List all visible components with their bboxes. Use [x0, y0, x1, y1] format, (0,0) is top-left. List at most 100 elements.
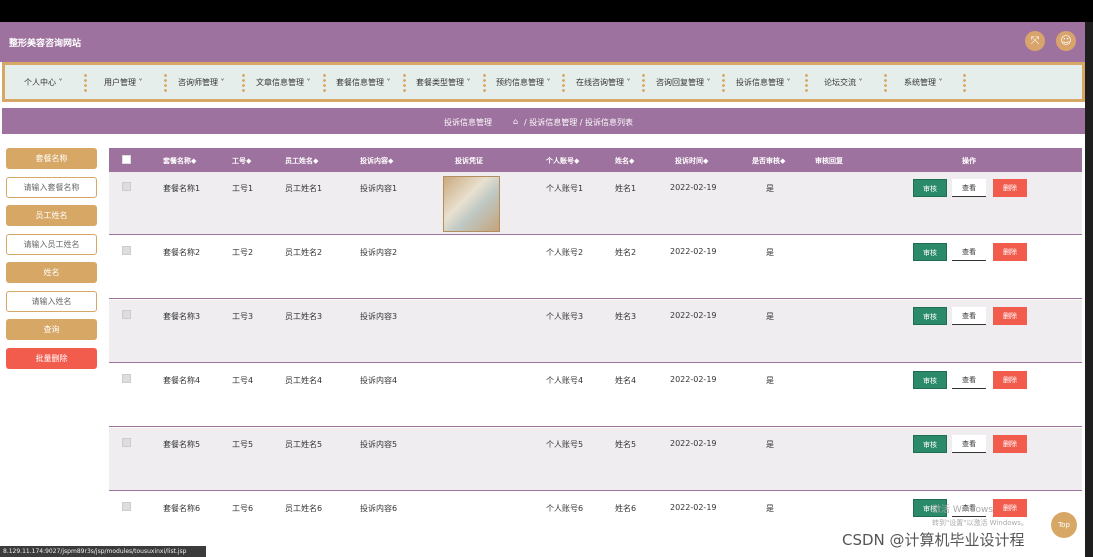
col-employee-name[interactable]: 员工姓名◆	[285, 156, 318, 166]
audit-button[interactable]: 审核	[913, 371, 947, 389]
audit-button[interactable]: 审核	[913, 243, 947, 261]
view-button[interactable]: 查看	[952, 307, 986, 325]
cell-audited: 是	[766, 440, 774, 449]
nav-separator	[642, 73, 645, 93]
delete-button[interactable]: 删除	[993, 307, 1027, 325]
filter-label-employee-name: 员工姓名	[6, 205, 97, 226]
evidence-thumbnail[interactable]	[443, 176, 500, 232]
nav-item-booking-mgmt[interactable]: 预约信息管理 ˅	[496, 77, 551, 88]
cell-audited: 是	[766, 184, 774, 193]
cell-audited: 是	[766, 248, 774, 257]
nav-item-consultant-mgmt[interactable]: 咨询师管理 ˅	[178, 77, 225, 88]
col-package-name[interactable]: 套餐名称◆	[163, 156, 196, 166]
package-name-input[interactable]: 请输入套餐名称	[6, 177, 97, 198]
cell-complaint-time: 2022-02-19	[670, 503, 717, 512]
view-button[interactable]: 查看	[952, 371, 986, 389]
home-icon[interactable]: ⌂	[513, 117, 518, 126]
col-personal-account[interactable]: 个人账号◆	[546, 156, 579, 166]
row-checkbox[interactable]	[122, 374, 131, 383]
search-button[interactable]: 查询	[6, 319, 97, 340]
nav-separator	[242, 73, 245, 93]
delete-button[interactable]: 删除	[993, 499, 1027, 517]
windows-activation-subtext: 转到"设置"以激活 Windows。	[932, 519, 1028, 527]
main-nav: 个人中心 ˅ 用户管理 ˅ 咨询师管理 ˅ 文章信息管理 ˅ 套餐信息管理 ˅ …	[5, 65, 1082, 99]
view-button[interactable]: 查看	[952, 179, 986, 197]
col-actions: 操作	[962, 157, 976, 165]
nav-separator	[722, 73, 725, 93]
cell-package-name: 套餐名称2	[163, 248, 201, 257]
col-audited[interactable]: 是否审核◆	[752, 156, 785, 166]
back-to-top-button[interactable]: Top	[1051, 512, 1077, 538]
cell-complaint-time: 2022-02-19	[670, 439, 717, 448]
nav-item-system-mgmt[interactable]: 系统管理 ˅	[904, 77, 943, 88]
nav-item-personal-center[interactable]: 个人中心 ˅	[24, 77, 63, 88]
cell-complaint-time: 2022-02-19	[670, 311, 717, 320]
delete-button[interactable]: 删除	[993, 371, 1027, 389]
nav-item-complaint-mgmt[interactable]: 投诉信息管理 ˅	[736, 77, 791, 88]
cell-complaint-time: 2022-02-19	[670, 247, 717, 256]
cell-employee-name: 员工姓名1	[285, 184, 323, 193]
view-button[interactable]: 查看	[952, 435, 986, 453]
batch-delete-button[interactable]: 批量删除	[6, 348, 97, 369]
filter-label-name: 姓名	[6, 262, 97, 283]
cell-employee-no: 工号6	[232, 504, 254, 513]
audit-button[interactable]: 审核	[913, 179, 947, 197]
cell-complaint-content: 投诉内容3	[360, 312, 398, 321]
cell-employee-no: 工号3	[232, 312, 254, 321]
nav-item-package-type-mgmt[interactable]: 套餐类型管理 ˅	[416, 77, 471, 88]
select-all-checkbox[interactable]	[122, 155, 131, 164]
col-complaint-evidence: 投诉凭证	[455, 157, 483, 165]
cell-package-name: 套餐名称4	[163, 376, 201, 385]
col-employee-no[interactable]: 工号◆	[232, 156, 251, 166]
nav-item-user-mgmt[interactable]: 用户管理 ˅	[104, 77, 143, 88]
table-row: 套餐名称4 工号4 员工姓名4 投诉内容4 个人账号4 姓名4 2022-02-…	[109, 364, 1082, 427]
cell-name: 姓名5	[615, 440, 637, 449]
row-checkbox[interactable]	[122, 246, 131, 255]
delete-button[interactable]: 删除	[993, 179, 1027, 197]
name-input[interactable]: 请输入姓名	[6, 291, 97, 312]
nav-separator	[403, 73, 406, 93]
cell-personal-account: 个人账号5	[546, 440, 584, 449]
audit-button[interactable]: 审核	[913, 435, 947, 453]
main-nav-frame: 个人中心 ˅ 用户管理 ˅ 咨询师管理 ˅ 文章信息管理 ˅ 套餐信息管理 ˅ …	[2, 62, 1085, 102]
view-button[interactable]: 查看	[952, 243, 986, 261]
fullscreen-icon[interactable]: ⤧	[1025, 31, 1045, 51]
cell-employee-no: 工号2	[232, 248, 254, 257]
cell-employee-name: 员工姓名5	[285, 440, 323, 449]
row-checkbox[interactable]	[122, 182, 131, 191]
col-complaint-time[interactable]: 投诉时间◆	[675, 156, 708, 166]
breadcrumb-path: / 投诉信息管理 / 投诉信息列表	[524, 118, 634, 127]
col-complaint-content[interactable]: 投诉内容◆	[360, 156, 393, 166]
delete-button[interactable]: 删除	[993, 243, 1027, 261]
window-top-bar	[0, 0, 1093, 22]
nav-item-online-consult-mgmt[interactable]: 在线咨询管理 ˅	[576, 77, 631, 88]
cell-personal-account: 个人账号2	[546, 248, 584, 257]
employee-name-input[interactable]: 请输入员工姓名	[6, 234, 97, 255]
cell-complaint-content: 投诉内容5	[360, 440, 398, 449]
cell-name: 姓名1	[615, 184, 637, 193]
nav-item-package-mgmt[interactable]: 套餐信息管理 ˅	[336, 77, 391, 88]
table-row: 套餐名称2 工号2 员工姓名2 投诉内容2 个人账号2 姓名2 2022-02-…	[109, 236, 1082, 299]
row-checkbox[interactable]	[122, 438, 131, 447]
app-header: 整形美容咨询网站 ⤧ ☺	[0, 22, 1085, 62]
cell-personal-account: 个人账号3	[546, 312, 584, 321]
table-row: 套餐名称5 工号5 员工姓名5 投诉内容5 个人账号5 姓名5 2022-02-…	[109, 428, 1082, 491]
col-name[interactable]: 姓名◆	[615, 156, 634, 166]
nav-separator	[483, 73, 486, 93]
cell-package-name: 套餐名称5	[163, 440, 201, 449]
complaint-table: 套餐名称◆ 工号◆ 员工姓名◆ 投诉内容◆ 投诉凭证 个人账号◆ 姓名◆ 投诉时…	[109, 148, 1082, 548]
cell-name: 姓名4	[615, 376, 637, 385]
row-checkbox[interactable]	[122, 310, 131, 319]
delete-button[interactable]: 删除	[993, 435, 1027, 453]
row-checkbox[interactable]	[122, 502, 131, 511]
nav-item-forum[interactable]: 论坛交流 ˅	[824, 77, 863, 88]
nav-item-consult-reply-mgmt[interactable]: 咨询回复管理 ˅	[656, 77, 711, 88]
cell-employee-name: 员工姓名3	[285, 312, 323, 321]
cell-name: 姓名3	[615, 312, 637, 321]
nav-item-article-mgmt[interactable]: 文章信息管理 ˅	[256, 77, 311, 88]
nav-separator	[164, 73, 167, 93]
audit-button[interactable]: 审核	[913, 307, 947, 325]
cell-employee-no: 工号4	[232, 376, 254, 385]
user-avatar-icon[interactable]: ☺	[1056, 31, 1076, 51]
scrollbar[interactable]	[1085, 22, 1093, 557]
